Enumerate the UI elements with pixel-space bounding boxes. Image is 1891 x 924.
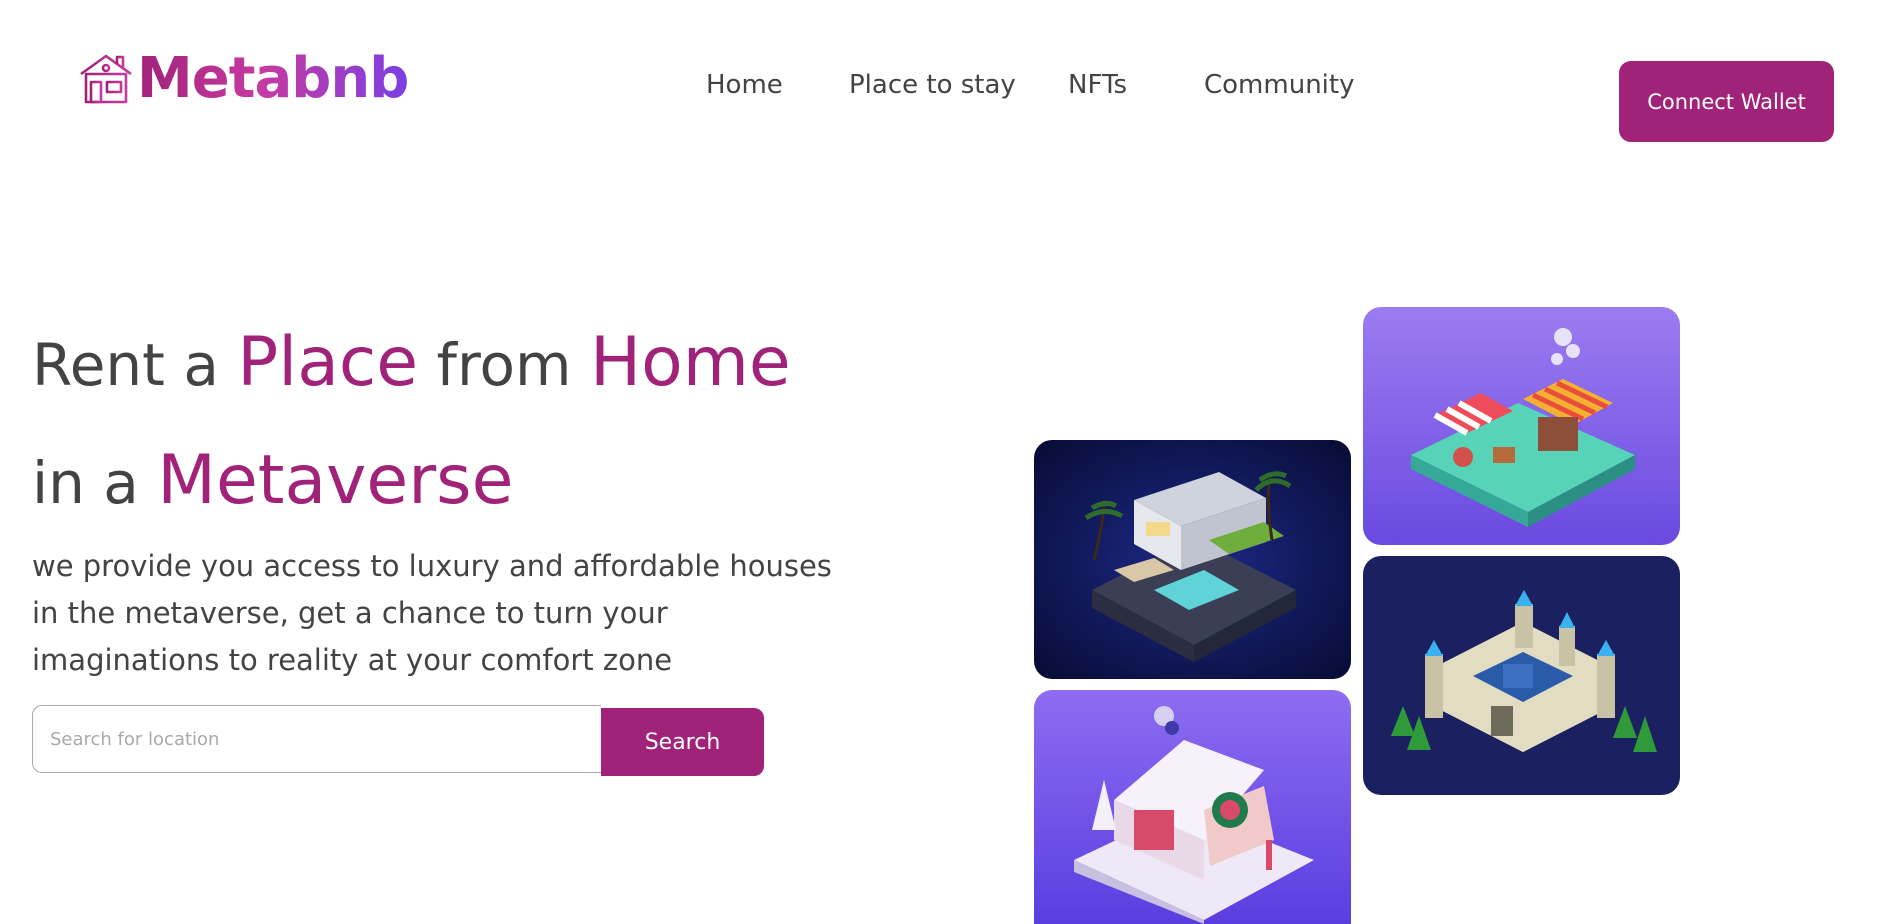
- headline-rent: Rent a: [32, 331, 238, 399]
- search-button[interactable]: Search: [601, 708, 764, 776]
- nav-nfts[interactable]: NFTs: [1068, 72, 1204, 98]
- connect-wallet-button[interactable]: Connect Wallet: [1619, 61, 1834, 142]
- location-search: Search: [32, 705, 764, 776]
- castle-image: [1363, 556, 1680, 795]
- nav-home[interactable]: Home: [706, 72, 849, 98]
- landing-page: Metabnb Home Place to stay NFTs Communit…: [0, 0, 1891, 924]
- nav-place-to-stay[interactable]: Place to stay: [849, 72, 1068, 98]
- search-input[interactable]: [32, 705, 601, 773]
- headline-place: Place: [237, 323, 419, 402]
- brand-logo[interactable]: Metabnb: [77, 46, 409, 111]
- headline-from: from: [418, 331, 590, 399]
- headline-home: Home: [589, 323, 791, 402]
- market-stall-image: [1363, 307, 1680, 545]
- main-nav: Home Place to stay NFTs Community: [706, 72, 1364, 98]
- headline-line-2: in a Metaverse: [32, 423, 791, 541]
- nav-community[interactable]: Community: [1204, 72, 1364, 98]
- headline-line-1: Rent a Place from Home: [32, 305, 791, 423]
- house-logo-icon: [80, 54, 132, 104]
- hero-headline: Rent a Place from Home in a Metaverse: [32, 305, 791, 541]
- hero-description: we provide you access to luxury and affo…: [32, 549, 832, 677]
- headline-in-a: in a: [32, 449, 158, 517]
- brand-name: Metabnb: [137, 46, 409, 111]
- headline-metaverse: Metaverse: [157, 441, 514, 520]
- snow-cottage-image: [1034, 690, 1351, 924]
- modern-villa-image: [1034, 440, 1351, 679]
